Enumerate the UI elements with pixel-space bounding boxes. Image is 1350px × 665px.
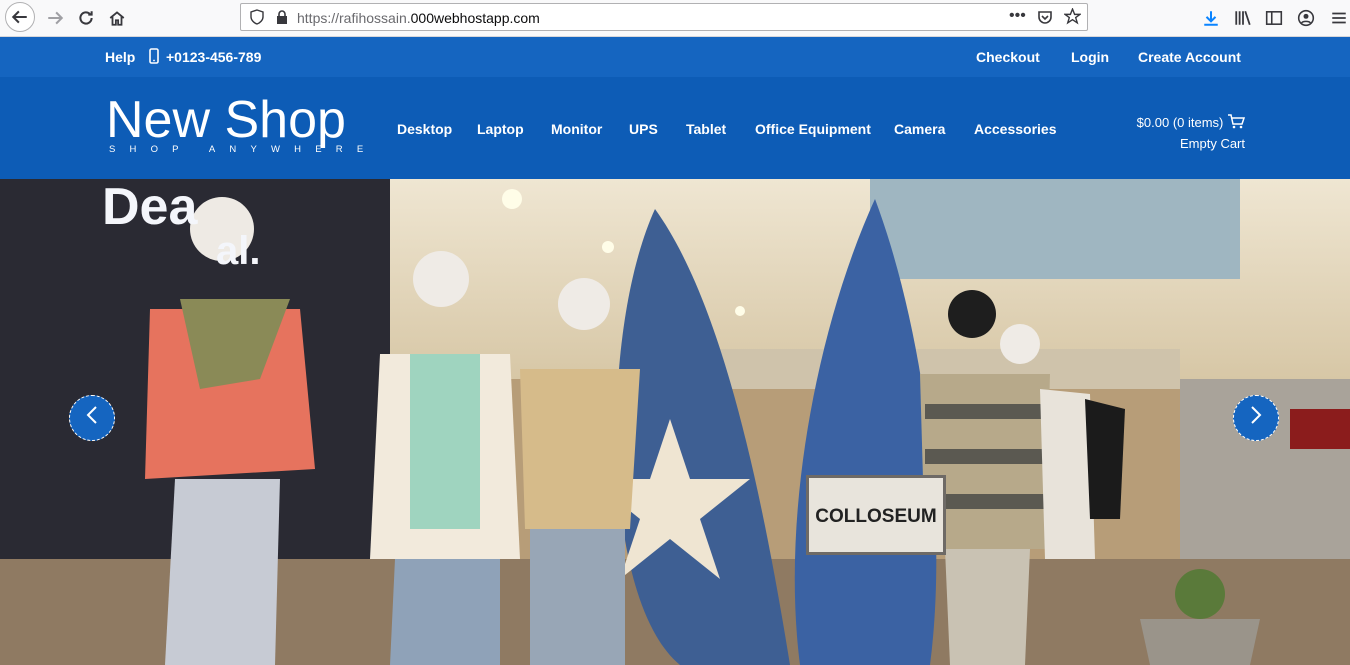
cart-icon[interactable] [1227, 113, 1246, 134]
store-sign-text-2: al. [216, 229, 260, 273]
nav-accessories[interactable]: Accessories [974, 121, 1057, 137]
menu-icon[interactable] [1326, 5, 1350, 31]
nav-ups[interactable]: UPS [629, 121, 658, 137]
forward-icon[interactable] [42, 5, 68, 31]
browser-toolbar: https://rafihossain.000webhostapp.com ••… [0, 0, 1350, 37]
nav-office-equipment[interactable]: Office Equipment [755, 121, 871, 137]
lock-icon[interactable] [275, 9, 289, 30]
nav-tablet[interactable]: Tablet [686, 121, 726, 137]
cart-widget[interactable]: $0.00 (0 items) Empty Cart [1137, 113, 1246, 153]
create-account-link[interactable]: Create Account [1138, 49, 1241, 65]
tagline: SHOP ANYWHERE [109, 144, 378, 155]
nav-desktop[interactable]: Desktop [397, 121, 452, 137]
sidebar-icon[interactable] [1261, 5, 1287, 31]
colloseum-sign: COLLOSEUM [806, 475, 946, 555]
url-bar[interactable]: https://rafihossain.000webhostapp.com ••… [240, 3, 1088, 31]
account-icon[interactable] [1293, 5, 1319, 31]
page-actions-icon[interactable]: ••• [1009, 7, 1026, 25]
empty-cart-link[interactable]: Empty Cart [1137, 134, 1245, 153]
phone-icon [149, 48, 159, 69]
hero-image: Dea al. [0, 179, 1350, 665]
pocket-icon[interactable] [1037, 9, 1053, 30]
chevron-left-icon [85, 404, 99, 432]
slider-next-button[interactable] [1233, 395, 1279, 441]
nav-monitor[interactable]: Monitor [551, 121, 602, 137]
nav-laptop[interactable]: Laptop [477, 121, 524, 137]
home-icon[interactable] [104, 5, 130, 31]
top-bar: Help +0123-456-789 Checkout Login Create… [0, 37, 1350, 77]
colloseum-sign-text: COLLOSEUM [815, 506, 937, 527]
help-link[interactable]: Help [105, 49, 135, 65]
download-icon[interactable] [1198, 5, 1224, 31]
cart-summary[interactable]: $0.00 (0 items) [1137, 115, 1224, 130]
hero-slider: Dea al. COLLOSEUM [0, 179, 1350, 665]
library-icon[interactable] [1230, 5, 1256, 31]
url-text[interactable]: https://rafihossain.000webhostapp.com [297, 10, 540, 26]
reload-icon[interactable] [73, 5, 99, 31]
login-link[interactable]: Login [1071, 49, 1109, 65]
nav-camera[interactable]: Camera [894, 121, 945, 137]
store-sign-text: Dea [102, 179, 198, 236]
checkout-link[interactable]: Checkout [976, 49, 1040, 65]
shield-icon[interactable] [249, 9, 265, 30]
phone-number: +0123-456-789 [166, 49, 262, 65]
slider-prev-button[interactable] [69, 395, 115, 441]
chevron-right-icon [1249, 404, 1263, 432]
site-header: New Shop SHOP ANYWHERE Desktop Laptop Mo… [0, 77, 1350, 179]
back-icon[interactable] [5, 2, 35, 32]
logo[interactable]: New Shop [106, 91, 346, 149]
bookmark-star-icon[interactable] [1062, 7, 1083, 30]
